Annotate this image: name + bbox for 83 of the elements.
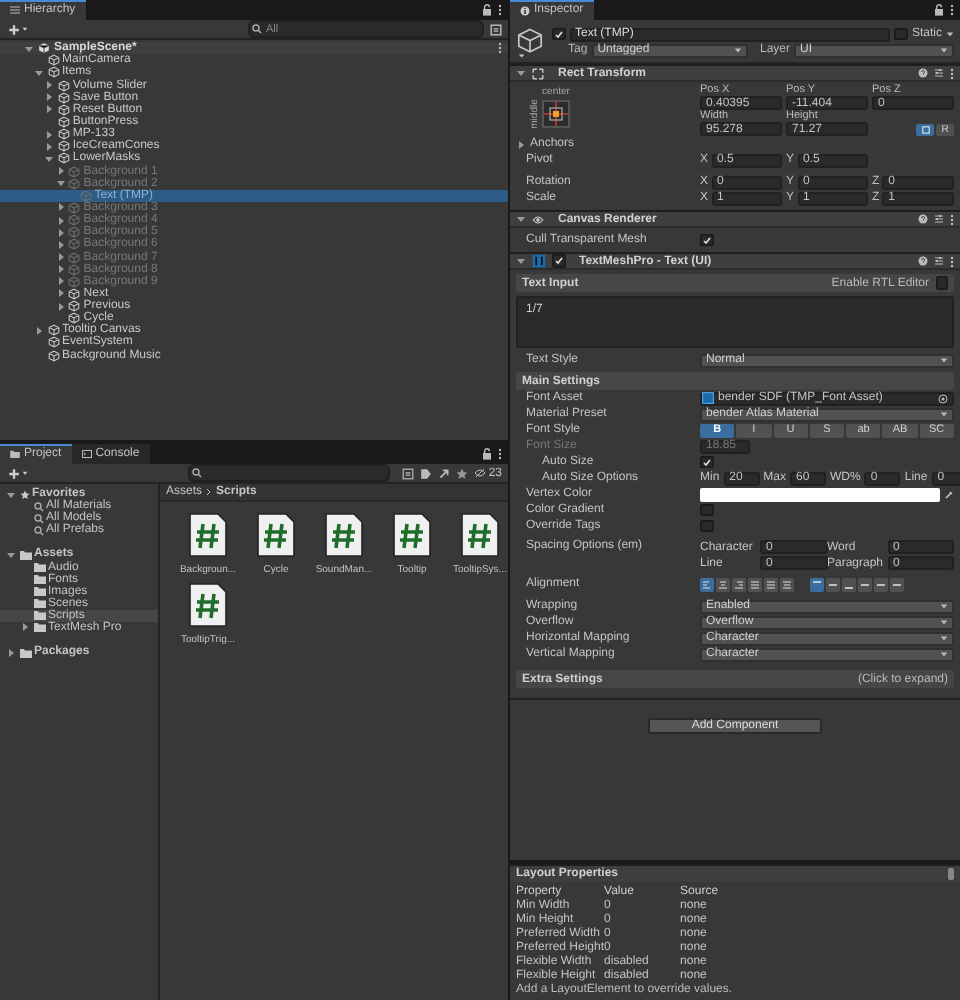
filter-icon[interactable]	[402, 467, 415, 479]
caret-icon[interactable]	[6, 647, 16, 658]
alignment-button[interactable]	[890, 577, 904, 591]
star-icon	[19, 489, 29, 500]
caret-icon[interactable]	[34, 325, 44, 336]
search-field[interactable]	[188, 464, 391, 482]
caret-icon	[22, 26, 28, 32]
eye-icon	[532, 213, 544, 225]
script-file-icon[interactable]	[256, 512, 296, 558]
font-asset-icon	[702, 392, 714, 404]
alignment-button[interactable]	[858, 577, 872, 591]
help-icon[interactable]	[918, 255, 928, 265]
caret-icon[interactable]	[516, 68, 526, 78]
alignment-button[interactable]	[874, 577, 888, 591]
caret-icon	[940, 410, 948, 418]
checkbox[interactable]	[935, 276, 948, 290]
add-button[interactable]	[6, 465, 30, 481]
caret-icon[interactable]	[516, 214, 526, 224]
add-button[interactable]	[6, 21, 30, 37]
plus-icon	[8, 23, 20, 35]
alignment-button[interactable]	[716, 577, 730, 591]
caret-icon[interactable]	[516, 139, 526, 149]
lines-icon	[718, 579, 728, 589]
resize-handle[interactable]	[948, 868, 954, 880]
sliders-icon[interactable]	[934, 213, 944, 223]
caret-icon	[22, 470, 28, 476]
tag-icon[interactable]	[438, 467, 451, 479]
blueprint-button[interactable]	[916, 124, 934, 136]
lock-icon[interactable]	[482, 4, 492, 16]
checkbox[interactable]	[700, 233, 713, 247]
color-swatch[interactable]	[700, 487, 940, 501]
checkbox[interactable]	[894, 27, 908, 41]
lines-icon	[702, 579, 712, 589]
plus-icon	[8, 467, 20, 479]
checkbox[interactable]	[700, 519, 713, 533]
lines-icon	[766, 579, 776, 589]
checkbox[interactable]	[700, 503, 713, 517]
lock-icon[interactable]	[482, 448, 492, 460]
script-file-icon[interactable]	[188, 512, 228, 558]
star-icon[interactable]	[456, 467, 469, 479]
script-file-icon[interactable]	[188, 582, 228, 628]
lock-icon[interactable]	[934, 4, 944, 16]
script-file-icon[interactable]	[324, 512, 364, 558]
anchor-preset-icon[interactable]	[542, 100, 570, 128]
checkbox[interactable]	[552, 254, 565, 268]
alignment-button[interactable]	[842, 577, 856, 591]
rect-transform-icon	[532, 67, 544, 79]
sliders-icon[interactable]	[934, 255, 944, 265]
list-icon	[10, 6, 20, 14]
sliders-icon[interactable]	[934, 67, 944, 77]
alignment-button[interactable]	[810, 577, 824, 591]
help-icon[interactable]	[918, 67, 928, 77]
filter-icon[interactable]	[490, 23, 502, 35]
script-file-icon[interactable]	[392, 512, 432, 558]
checkbox[interactable]	[552, 27, 565, 41]
caret-icon	[733, 46, 742, 54]
alignment-button[interactable]	[732, 577, 746, 591]
alignment-button[interactable]	[780, 577, 794, 591]
square-icon	[921, 126, 929, 134]
alignment-button[interactable]	[700, 577, 714, 591]
caret-icon	[940, 356, 948, 364]
eye-slash-icon	[474, 468, 487, 478]
console-icon	[81, 450, 92, 458]
info-icon	[520, 5, 530, 15]
lines-icon	[750, 579, 760, 589]
caret-icon[interactable]	[34, 67, 44, 78]
folder-icon	[10, 450, 20, 458]
folder-icon	[19, 647, 31, 658]
alignment-button[interactable]	[826, 577, 840, 591]
cube-icon	[516, 26, 544, 58]
caret-icon[interactable]	[6, 549, 16, 560]
caret-icon[interactable]	[516, 256, 526, 266]
lines-icon	[734, 579, 744, 589]
caret-icon[interactable]	[20, 622, 30, 633]
target-icon[interactable]	[938, 393, 948, 403]
script-file-icon[interactable]	[460, 512, 500, 558]
help-icon[interactable]	[918, 213, 928, 223]
alignment-button[interactable]	[748, 577, 762, 591]
caret-icon[interactable]	[6, 489, 16, 500]
eyedropper-icon[interactable]	[944, 489, 954, 499]
lines-icon	[782, 579, 792, 589]
alignment-button[interactable]	[764, 577, 778, 591]
text-component-icon	[532, 254, 546, 268]
